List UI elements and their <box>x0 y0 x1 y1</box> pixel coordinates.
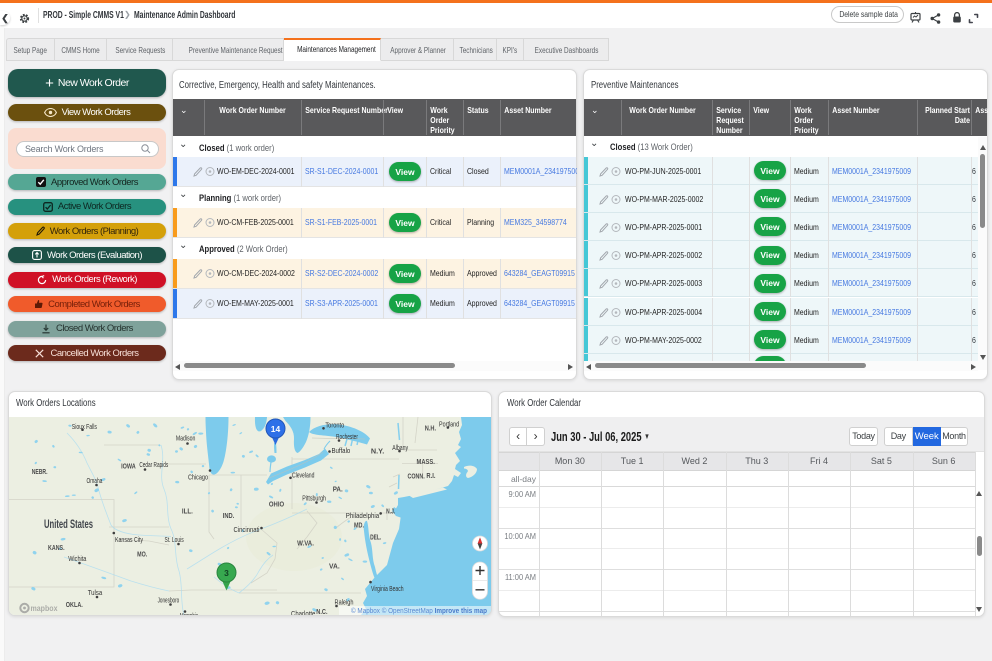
svg-text:Rochester: Rochester <box>336 432 358 441</box>
svg-text:W.VA.: W.VA. <box>297 540 314 547</box>
svg-text:St. Louis: St. Louis <box>165 535 184 544</box>
svg-text:N.H.: N.H. <box>425 426 436 433</box>
svg-text:VA.: VA. <box>329 563 340 570</box>
svg-text:N.Y.: N.Y. <box>371 449 384 456</box>
svg-text:OHIO: OHIO <box>269 502 285 509</box>
svg-text:14: 14 <box>271 424 281 434</box>
svg-text:Sioux Falls: Sioux Falls <box>72 422 97 431</box>
svg-text:OKLA.: OKLA. <box>66 602 83 609</box>
svg-text:Cedar Rapids: Cedar Rapids <box>139 460 168 469</box>
svg-text:MD.: MD. <box>354 523 364 530</box>
svg-text:NEBR.: NEBR. <box>32 469 48 476</box>
svg-text:Philadelphia: Philadelphia <box>346 511 380 520</box>
svg-text:© Mapbox © OpenStreetMap Impro: © Mapbox © OpenStreetMap Improve this ma… <box>351 606 487 615</box>
svg-text:ILL.: ILL. <box>182 509 193 516</box>
svg-text:KANS.: KANS. <box>48 545 65 552</box>
svg-text:IND.: IND. <box>223 513 235 520</box>
svg-text:Albany: Albany <box>392 443 408 452</box>
svg-text:CONN.: CONN. <box>407 473 424 480</box>
svg-text:N.C.: N.C. <box>316 609 327 615</box>
svg-text:Wichita: Wichita <box>68 554 87 563</box>
svg-text:Charlotte: Charlotte <box>291 609 315 615</box>
svg-text:Tulsa: Tulsa <box>88 588 103 597</box>
svg-text:3: 3 <box>224 568 229 578</box>
svg-text:MO.: MO. <box>137 552 147 559</box>
svg-text:DEL.: DEL. <box>370 535 381 542</box>
svg-text:Pittsburgh: Pittsburgh <box>302 494 326 503</box>
svg-text:MASS.: MASS. <box>417 459 435 466</box>
svg-text:Kansas City: Kansas City <box>115 535 143 544</box>
svg-text:Madison: Madison <box>176 434 196 443</box>
svg-text:PA.: PA. <box>333 486 343 493</box>
svg-text:Omaha: Omaha <box>86 476 102 485</box>
svg-text:Toronto: Toronto <box>325 420 344 429</box>
svg-text:IOWA: IOWA <box>121 464 136 471</box>
svg-text:United States: United States <box>44 519 93 531</box>
svg-text:N.J.: N.J. <box>386 509 395 516</box>
svg-text:Chicago: Chicago <box>188 473 208 482</box>
svg-text:Virginia Beach: Virginia Beach <box>371 584 404 593</box>
svg-text:Buffalo: Buffalo <box>332 446 351 455</box>
svg-text:R.I.: R.I. <box>426 473 435 480</box>
svg-text:Portland: Portland <box>439 419 459 428</box>
svg-text:Jonesboro: Jonesboro <box>158 596 180 605</box>
svg-text:Cincinnati: Cincinnati <box>234 525 260 534</box>
svg-text:Memphis: Memphis <box>180 611 198 615</box>
svg-text:mapbox: mapbox <box>31 603 58 613</box>
svg-text:Cleveland: Cleveland <box>292 470 315 479</box>
